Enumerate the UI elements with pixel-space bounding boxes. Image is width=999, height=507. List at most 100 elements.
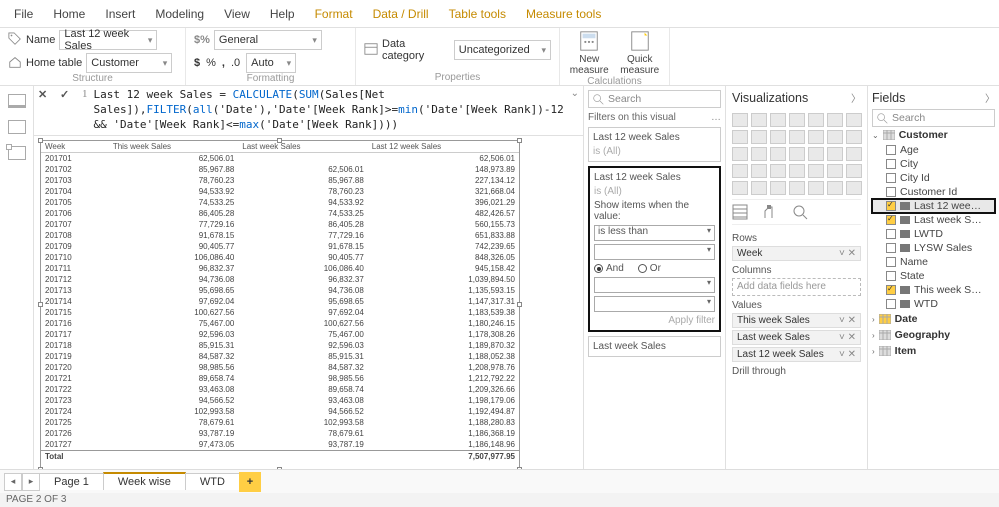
page-tab[interactable]: Page 1 <box>39 473 104 490</box>
viz-type-icon[interactable] <box>846 164 862 178</box>
menu-measure-tools[interactable]: Measure tools <box>516 0 611 28</box>
filters-more-icon[interactable]: … <box>711 112 721 123</box>
filter-or-radio[interactable]: Or <box>638 263 661 274</box>
collapse-viz-icon[interactable]: 〉 <box>851 90 861 105</box>
viz-type-icon[interactable] <box>732 181 748 195</box>
field-item[interactable]: LYSW Sales <box>872 241 995 255</box>
viz-type-icon[interactable] <box>789 147 805 161</box>
viz-type-icon[interactable] <box>827 164 843 178</box>
field-checkbox[interactable] <box>886 145 896 155</box>
field-item[interactable]: Last week S… <box>872 213 995 227</box>
field-item[interactable]: Age <box>872 143 995 157</box>
apply-filter-button[interactable]: Apply filter <box>594 315 715 326</box>
matrix-visual[interactable]: WeekThis week SalesLast week SalesLast 1… <box>40 140 520 469</box>
field-checkbox[interactable] <box>886 285 896 295</box>
tab-scroll-right[interactable]: ▸ <box>22 473 40 491</box>
filter-value2-input[interactable] <box>594 296 715 312</box>
expand-formula-icon[interactable]: ⌄ <box>571 88 579 99</box>
field-item[interactable]: Last 12 wee… <box>872 199 995 213</box>
field-checkbox[interactable] <box>886 299 896 309</box>
field-checkbox[interactable] <box>886 243 896 253</box>
format-select[interactable]: General <box>214 30 322 50</box>
field-item[interactable]: City Id <box>872 171 995 185</box>
viz-type-icon[interactable] <box>751 164 767 178</box>
menu-help[interactable]: Help <box>260 0 305 28</box>
viz-type-icon[interactable] <box>770 181 786 195</box>
viz-type-icon[interactable] <box>827 147 843 161</box>
viz-type-icon[interactable] <box>751 130 767 144</box>
model-view-icon[interactable] <box>8 146 26 160</box>
values-field[interactable]: This week Sales˅ ✕ <box>732 313 861 328</box>
viz-type-icon[interactable] <box>827 130 843 144</box>
menu-modeling[interactable]: Modeling <box>145 0 214 28</box>
table-node[interactable]: ›Geography <box>872 327 995 343</box>
field-item[interactable]: Customer Id <box>872 185 995 199</box>
viz-type-icon[interactable] <box>827 181 843 195</box>
viz-type-icon[interactable] <box>789 130 805 144</box>
viz-type-icon[interactable] <box>770 147 786 161</box>
viz-type-icon[interactable] <box>808 181 824 195</box>
field-checkbox[interactable] <box>886 271 896 281</box>
fields-search[interactable]: Search <box>872 109 995 127</box>
rows-field[interactable]: Week˅ ✕ <box>732 246 861 261</box>
menu-view[interactable]: View <box>214 0 260 28</box>
viz-type-icon[interactable] <box>732 147 748 161</box>
menu-home[interactable]: Home <box>43 0 95 28</box>
values-field[interactable]: Last week Sales˅ ✕ <box>732 330 861 345</box>
viz-type-icon[interactable] <box>770 113 786 127</box>
viz-type-icon[interactable] <box>789 113 805 127</box>
table-node[interactable]: ⌄Customer <box>872 127 995 143</box>
viz-type-icon[interactable] <box>770 164 786 178</box>
field-checkbox[interactable] <box>886 187 896 197</box>
field-checkbox[interactable] <box>886 201 896 211</box>
field-checkbox[interactable] <box>886 215 896 225</box>
field-item[interactable]: This week S… <box>872 283 995 297</box>
viz-type-icon[interactable] <box>751 147 767 161</box>
currency-button[interactable]: $ <box>194 57 200 69</box>
add-page-button[interactable]: + <box>239 472 261 492</box>
viz-type-icon[interactable] <box>808 147 824 161</box>
viz-type-icon[interactable] <box>770 130 786 144</box>
tab-scroll-left[interactable]: ◂ <box>4 473 22 491</box>
filter-operator2-select[interactable] <box>594 277 715 293</box>
thousands-button[interactable]: , <box>222 57 225 69</box>
cancel-formula-icon[interactable]: ✕ <box>38 88 54 104</box>
field-item[interactable]: State <box>872 269 995 283</box>
viz-type-icon[interactable] <box>732 130 748 144</box>
filter-value-input[interactable] <box>594 244 715 260</box>
filter-operator-select[interactable]: is less than <box>594 225 715 241</box>
field-checkbox[interactable] <box>886 257 896 267</box>
measure-name-input[interactable]: Last 12 week Sales <box>59 30 157 50</box>
viz-type-icon[interactable] <box>846 147 862 161</box>
data-category-select[interactable]: Uncategorized <box>454 40 551 60</box>
menu-format[interactable]: Format <box>305 0 363 28</box>
viz-type-icon[interactable] <box>808 164 824 178</box>
values-field[interactable]: Last 12 week Sales˅ ✕ <box>732 347 861 362</box>
columns-dropzone[interactable]: Add data fields here <box>732 278 861 296</box>
viz-type-icon[interactable] <box>732 164 748 178</box>
viz-type-icon[interactable] <box>808 113 824 127</box>
decimals-select[interactable]: Auto <box>246 53 296 73</box>
viz-type-icon[interactable] <box>789 164 805 178</box>
viz-type-icon[interactable] <box>751 113 767 127</box>
menu-file[interactable]: File <box>4 0 43 28</box>
format-tab-icon[interactable] <box>762 204 778 220</box>
report-canvas[interactable]: WeekThis week SalesLast week SalesLast 1… <box>34 136 583 469</box>
percent-button[interactable]: % <box>206 57 216 69</box>
formula-text[interactable]: Last 12 week Sales = CALCULATE(SUM(Sales… <box>94 88 565 133</box>
quick-measure-button[interactable]: Quick measure <box>619 30 662 76</box>
commit-formula-icon[interactable]: ✓ <box>60 88 76 104</box>
viz-type-icon[interactable] <box>827 113 843 127</box>
field-item[interactable]: Name <box>872 255 995 269</box>
table-node[interactable]: ›Date <box>872 311 995 327</box>
page-tab[interactable]: WTD <box>185 473 240 490</box>
table-node[interactable]: ›Item <box>872 343 995 359</box>
viz-type-icon[interactable] <box>846 113 862 127</box>
viz-type-icon[interactable] <box>846 181 862 195</box>
viz-type-icon[interactable] <box>732 113 748 127</box>
filter-and-radio[interactable]: And <box>594 263 624 274</box>
filter-card-expanded[interactable]: Last 12 week Sales is (All) Show items w… <box>588 166 721 332</box>
menu-data-drill[interactable]: Data / Drill <box>363 0 439 28</box>
fields-tab-icon[interactable] <box>732 204 748 220</box>
analytics-tab-icon[interactable] <box>792 204 808 220</box>
